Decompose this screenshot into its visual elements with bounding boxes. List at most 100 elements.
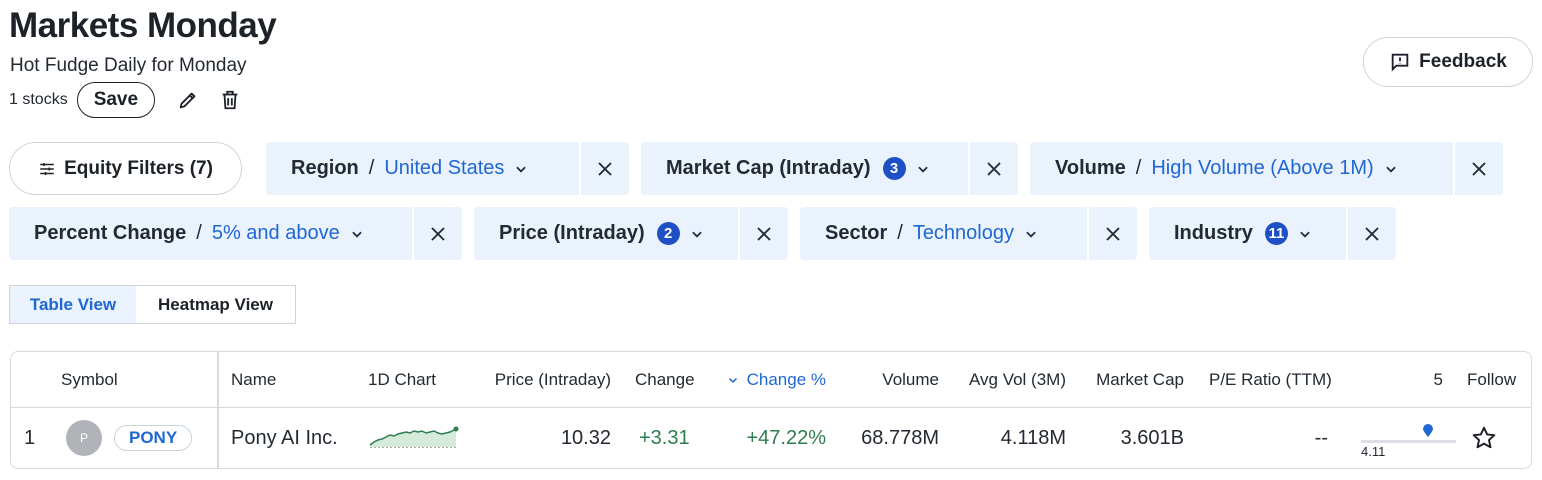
stock-count: 1 stocks xyxy=(9,91,68,108)
range-track xyxy=(1361,440,1456,443)
column-header-name[interactable]: Name xyxy=(231,352,276,407)
close-icon xyxy=(757,226,771,241)
avg-vol-value: 4.118M xyxy=(1000,426,1066,449)
filter-chip-sector-toggle[interactable]: Sector / Technology xyxy=(800,207,1087,260)
chevron-down-icon xyxy=(1385,166,1396,173)
save-button[interactable]: Save xyxy=(76,82,156,118)
table-row[interactable]: 1 P PONY Pony AI Inc. 10.32 +3.31 +47.22… xyxy=(11,408,1531,468)
sort-descending-icon xyxy=(728,377,737,383)
page-title: Markets Monday xyxy=(9,6,277,45)
filter-separator: / xyxy=(196,222,202,244)
filter-chip-volume-toggle[interactable]: Volume / High Volume (Above 1M) xyxy=(1030,142,1453,195)
remove-filter-sector-button[interactable] xyxy=(1087,207,1137,260)
filter-label: Market Cap (Intraday) xyxy=(666,157,871,179)
filter-separator: / xyxy=(897,222,903,244)
change-value: +3.31 xyxy=(639,426,690,449)
results-table: Symbol Name 1D Chart Price (Intraday) Ch… xyxy=(10,351,1532,469)
filter-label: Volume xyxy=(1055,157,1126,179)
edit-button[interactable] xyxy=(173,85,203,115)
symbol-link[interactable]: PONY xyxy=(114,425,193,451)
feedback-icon xyxy=(1391,53,1409,72)
column-header-symbol[interactable]: Symbol xyxy=(61,352,118,407)
change-pct-value: +47.22% xyxy=(746,426,826,449)
chevron-down-icon xyxy=(917,166,928,173)
column-header-volume[interactable]: Volume xyxy=(851,352,939,407)
remove-filter-volume-button[interactable] xyxy=(1453,142,1503,195)
row-index: 1 xyxy=(24,426,36,449)
avatar: P xyxy=(66,408,102,468)
filter-count-badge: 2 xyxy=(656,222,680,245)
chevron-down-icon xyxy=(1300,231,1310,238)
page-subtitle: Hot Fudge Daily for Monday xyxy=(10,55,247,76)
filter-chip-region: Region / United States xyxy=(266,142,629,195)
screener-meta-row: 1 stocks Save xyxy=(9,82,245,118)
filter-value: High Volume (Above 1M) xyxy=(1151,157,1374,179)
symbol-cell: PONY xyxy=(114,408,193,468)
column-header-range: 5 xyxy=(1433,369,1443,389)
filter-separator: / xyxy=(1135,157,1142,179)
filter-label: Industry xyxy=(1174,222,1253,244)
market-cap-value: 3.601B xyxy=(1120,426,1184,449)
remove-filter-price-button[interactable] xyxy=(738,207,788,260)
column-header-market-cap[interactable]: Market Cap xyxy=(1081,352,1184,407)
filter-chip-region-toggle[interactable]: Region / United States xyxy=(266,142,579,195)
chevron-down-icon xyxy=(691,231,702,238)
close-icon xyxy=(1106,226,1120,241)
column-header-change[interactable]: Change xyxy=(635,352,695,407)
filter-separator: / xyxy=(368,157,375,179)
column-header-pe-ratio[interactable]: P/E Ratio (TTM) xyxy=(1209,352,1332,407)
close-icon xyxy=(987,161,1001,176)
close-icon xyxy=(1472,161,1486,176)
remove-filter-market-cap-button[interactable] xyxy=(968,142,1018,195)
tab-table-view[interactable]: Table View xyxy=(10,286,136,323)
filter-label: Price (Intraday) xyxy=(499,222,645,244)
filter-count-badge: 11 xyxy=(1264,222,1288,245)
pe-ratio-value: -- xyxy=(1314,426,1328,449)
filter-chip-industry-toggle[interactable]: Industry 11 xyxy=(1149,207,1346,260)
column-header-avg-vol[interactable]: Avg Vol (3M) xyxy=(951,352,1066,407)
filter-chip-market-cap-toggle[interactable]: Market Cap (Intraday) 3 xyxy=(641,142,968,195)
pencil-icon xyxy=(179,92,196,109)
column-header-change-pct[interactable]: Change % xyxy=(711,352,826,407)
remove-filter-region-button[interactable] xyxy=(579,142,629,195)
feedback-label: Feedback xyxy=(1419,51,1507,72)
delete-button[interactable] xyxy=(215,85,245,115)
column-header-follow: Follow xyxy=(1467,369,1517,389)
filter-chip-price-toggle[interactable]: Price (Intraday) 2 xyxy=(474,207,738,260)
price-value: 10.32 xyxy=(560,426,611,449)
company-name[interactable]: Pony AI Inc. xyxy=(231,408,338,468)
filter-chip-price: Price (Intraday) 2 xyxy=(474,207,788,260)
filter-chip-volume: Volume / High Volume (Above 1M) xyxy=(1030,142,1503,195)
sparkline-chart xyxy=(369,426,459,448)
filter-chip-sector: Sector / Technology xyxy=(800,207,1137,260)
remove-filter-percent-change-button[interactable] xyxy=(412,207,462,260)
filter-chip-market-cap: Market Cap (Intraday) 3 xyxy=(641,142,1018,195)
filter-value: United States xyxy=(384,157,505,179)
intraday-sparkline xyxy=(368,408,460,468)
equity-filters-button[interactable]: Equity Filters (7) xyxy=(9,142,242,195)
filter-chip-percent-change: Percent Change / 5% and above xyxy=(9,207,462,260)
range-low-value: 4.11 xyxy=(1361,444,1386,459)
column-header-chart: 1D Chart xyxy=(368,369,437,389)
tab-heatmap-view[interactable]: Heatmap View xyxy=(136,286,295,323)
column-header-change-pct-label: Change % xyxy=(746,369,826,389)
close-icon xyxy=(1365,226,1379,241)
range-marker-icon xyxy=(1422,424,1433,437)
filter-label: Sector xyxy=(825,222,888,244)
filter-value: 5% and above xyxy=(211,222,340,244)
chevron-down-icon xyxy=(352,231,362,238)
sliders-icon xyxy=(40,162,54,175)
volume-value: 68.778M xyxy=(861,426,939,449)
star-icon xyxy=(1472,426,1496,449)
feedback-button[interactable]: Feedback xyxy=(1363,37,1533,87)
filter-label: Percent Change xyxy=(34,222,187,244)
filter-count-badge: 3 xyxy=(882,157,906,180)
company-logo: P xyxy=(66,420,102,456)
follow-button[interactable] xyxy=(1471,408,1497,468)
remove-filter-industry-button[interactable] xyxy=(1346,207,1396,260)
filter-label: Region xyxy=(291,157,359,179)
table-header: Symbol Name 1D Chart Price (Intraday) Ch… xyxy=(11,352,1531,408)
column-header-price[interactable]: Price (Intraday) xyxy=(471,352,611,407)
filter-chip-percent-change-toggle[interactable]: Percent Change / 5% and above xyxy=(9,207,412,260)
close-icon xyxy=(431,226,445,241)
